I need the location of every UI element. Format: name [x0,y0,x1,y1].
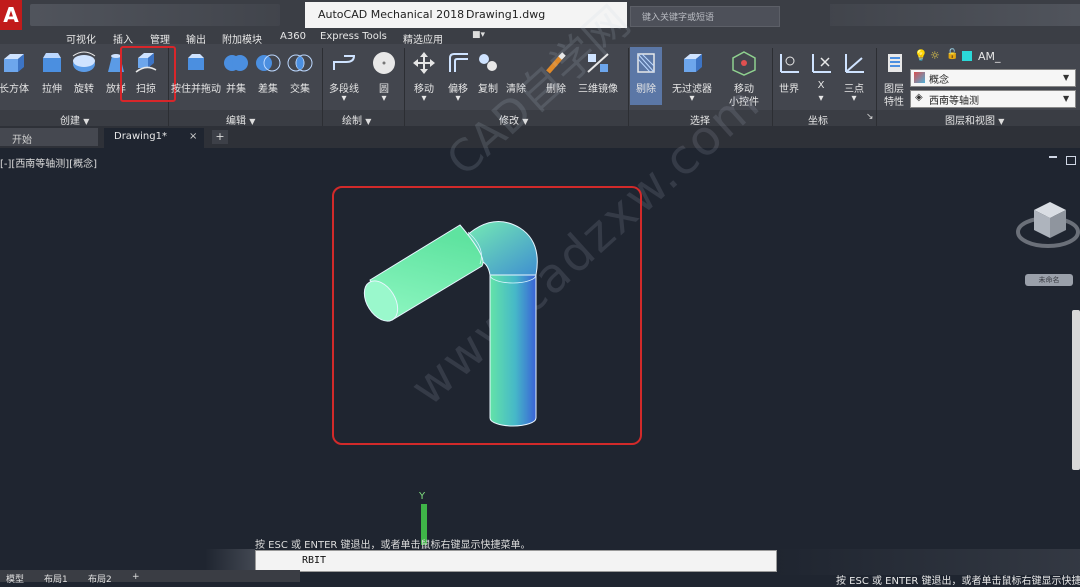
layer-name: AM_ [978,50,1001,63]
panel-expand-icon[interactable]: ↘ [866,112,874,122]
cube-filter-icon [684,54,702,72]
tab-layout1[interactable]: 布局1 [44,572,68,585]
visual-style-dropdown[interactable]: 概念 ▼ [910,69,1076,87]
command-input[interactable] [255,550,777,572]
bulb-icon: 💡 [914,49,928,62]
chevron-down-icon: ▼ [1063,94,1070,103]
quick-access-toolbar[interactable] [30,4,280,26]
add-layout-button[interactable]: + [132,572,140,582]
chevron-down-icon: ▼ [365,117,372,126]
command-history-line: 按 ESC 或 ENTER 键退出，或者单击鼠标右键显示快捷菜单。 [255,540,531,551]
title-bar-controls[interactable] [830,4,1080,26]
unlock-icon: 🔓 [946,49,959,60]
viewcube[interactable] [1008,188,1080,288]
panel-label-coordinates: 坐标 [808,116,828,127]
chevron-down-icon: ▼ [1063,73,1070,82]
layer-color-swatch [962,51,972,61]
view-dropdown[interactable]: ◈ 西南等轴测 ▼ [910,90,1076,108]
gizmo-icon [732,51,756,76]
ucs-3point-icon [845,54,864,73]
panel-label-draw[interactable]: 绘制 ▼ [342,112,371,127]
view-value: 西南等轴测 [929,96,979,107]
command-input-text: RBIT [302,555,327,566]
viewport-minimize-icon[interactable] [1049,156,1057,158]
tab-model[interactable]: 模型 [6,572,24,585]
tab-express-tools[interactable]: Express Tools [320,31,387,42]
viewport-controls-label[interactable]: [-][西南等轴测][概念] [0,155,97,170]
tab-overflow-icon[interactable]: ■▾ [472,30,488,40]
new-tab-button[interactable]: + [212,130,228,144]
viewcube-wcs-label[interactable]: 未命名 [1025,274,1073,286]
cull-icon [637,53,655,73]
visual-style-value: 概念 [929,75,949,86]
chevron-down-icon: ▼ [998,117,1005,126]
status-tip-text: 按 ESC 或 ENTER 键退出，或者单击鼠标右键显示快捷菜单 [836,576,1080,587]
tab-layout2[interactable]: 布局2 [88,572,112,585]
sun-icon: ☼ [930,49,940,62]
intersect-icon [287,54,313,72]
visual-style-icon [914,72,925,83]
search-placeholder: 键入关键字或短语 [642,13,715,23]
viewport-restore-icon[interactable] [1066,156,1076,165]
tab-start-label: 开始 [12,135,32,146]
model-highlight-frame [332,186,642,445]
tab-a360[interactable]: A360 [280,31,306,42]
presspull-icon [188,54,204,70]
panel-label-layers-views[interactable]: 图层和视图 ▼ [945,112,1004,127]
layer-dropdown[interactable]: 💡 ☼ 🔓 AM_ [910,49,1072,65]
navigation-bar[interactable] [1072,310,1080,470]
box-icon [4,54,24,72]
close-icon[interactable]: × [189,131,197,142]
chevron-down-icon: ▼ [83,117,90,126]
circle-icon [373,52,395,74]
document-title: Drawing1.dwg [466,8,546,21]
view-icon: ◈ [915,92,923,103]
panel-label-create[interactable]: 创建 ▼ [60,112,89,127]
ucs-y-label: Y [418,491,426,502]
chevron-down-icon: ▼ [249,117,256,126]
app-title: AutoCAD Mechanical 2018 [318,8,465,21]
panel-label-edit[interactable]: 编辑 ▼ [226,112,255,127]
polyline-icon [333,55,356,70]
tab-drawing1-label: Drawing1* [114,131,167,142]
layer-properties-icon [888,54,902,72]
